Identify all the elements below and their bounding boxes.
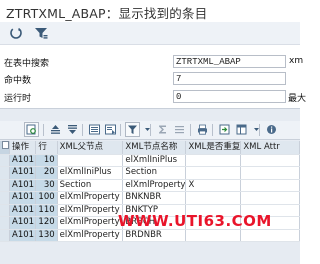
cell-parent-node: elXmlIniPlus: [57, 166, 124, 180]
cell-action: A101: [9, 166, 37, 180]
cell-parent-node: [57, 154, 124, 167]
cell-xml-attr: [240, 179, 300, 192]
cell-parent-node: Section: [57, 179, 124, 192]
table-row[interactable]: A101 30 Section elXmlProperty X: [0, 179, 300, 192]
column-header-xml-attr[interactable]: XML Attr: [240, 141, 300, 155]
layout-dropdown-icon[interactable]: [249, 122, 264, 137]
column-header-action[interactable]: 操作: [9, 141, 37, 155]
row-selector[interactable]: [0, 154, 10, 167]
cell-action: A101: [9, 154, 37, 167]
cell-action: A101: [9, 191, 37, 205]
window-title: ZTRTXML_ABAP：显示找到的条目: [6, 6, 208, 21]
info-icon[interactable]: [264, 122, 279, 137]
search-table-field[interactable]: ZTRTXML_ABAP: [173, 55, 286, 68]
filter-settings-icon[interactable]: [33, 25, 49, 41]
search-table-suffix: xm: [289, 56, 304, 66]
find-next-icon[interactable]: [103, 122, 118, 137]
table-row[interactable]: A101 10 elXmlIniPlus: [0, 154, 300, 167]
sort-ascending-icon[interactable]: [48, 122, 63, 137]
subtotal-icon[interactable]: [172, 122, 187, 137]
table-header-row: 操作 行 XML父节点 XML节点名称 XML是否重复 XML Attr: [0, 141, 300, 155]
cell-xml-attr: [240, 154, 300, 167]
hits-field[interactable]: 7: [173, 72, 286, 85]
row-selector[interactable]: [0, 191, 10, 205]
execute-icon[interactable]: [8, 25, 24, 41]
cell-action: A101: [9, 216, 37, 230]
row-selector[interactable]: [0, 229, 10, 242]
watermark-text: WWW.UTI63.COM: [118, 212, 272, 230]
sort-descending-icon[interactable]: [65, 122, 80, 137]
grid-toolbar: [0, 121, 300, 140]
application-toolbar: [0, 22, 300, 45]
runtime-field[interactable]: 0: [173, 90, 286, 103]
title-bar: ZTRTXML_ABAP：显示找到的条目: [0, 0, 300, 22]
cell-line: 110: [35, 204, 58, 217]
cell-action: A101: [9, 204, 37, 217]
cell-parent-node: elXmlProperty: [57, 191, 124, 205]
hits-label: 命中数: [4, 76, 32, 86]
cell-xml-attr: [240, 166, 300, 180]
print-icon[interactable]: [195, 122, 210, 137]
cell-parent-node: elXmlProperty: [57, 216, 124, 230]
filter-icon[interactable]: [125, 122, 140, 137]
cell-is-repeat: X: [185, 179, 242, 192]
select-all-cell[interactable]: [0, 141, 10, 155]
table-row[interactable]: A101 20 elXmlIniPlus Section: [0, 166, 300, 180]
cell-parent-node: elXmlProperty: [57, 204, 124, 217]
cell-node-name: BNKNBR: [122, 191, 187, 205]
cell-action: A101: [9, 229, 37, 242]
cell-line: 100: [35, 191, 58, 205]
cell-xml-attr: [240, 191, 300, 205]
column-header-parent-node[interactable]: XML父节点: [57, 141, 124, 155]
column-header-line[interactable]: 行: [35, 141, 58, 155]
layout-icon[interactable]: [234, 122, 249, 137]
cell-is-repeat: [185, 229, 242, 242]
cell-node-name: Section: [122, 166, 187, 180]
row-selector[interactable]: [0, 216, 10, 230]
cell-is-repeat: [185, 191, 242, 205]
cell-node-name: elXmlProperty: [122, 179, 187, 192]
cell-line: 20: [35, 166, 58, 180]
column-header-node-name[interactable]: XML节点名称: [122, 141, 187, 155]
row-selector[interactable]: [0, 179, 10, 192]
cell-line: 130: [35, 229, 58, 242]
search-table-label: 在表中搜索: [4, 59, 50, 69]
cell-is-repeat: [185, 166, 242, 180]
cell-parent-node: elXmlProperty: [57, 229, 124, 242]
sum-icon[interactable]: [155, 122, 170, 137]
table-row[interactable]: A101 100 elXmlProperty BNKNBR: [0, 191, 300, 205]
runtime-label: 运行时: [4, 94, 32, 104]
cell-node-name: BRDNBR: [122, 229, 187, 242]
table-row[interactable]: A101 130 elXmlProperty BRDNBR: [0, 229, 300, 242]
filter-dropdown-icon[interactable]: [140, 122, 155, 137]
cell-node-name: elXmlIniPlus: [122, 154, 187, 167]
cell-xml-attr: [240, 229, 300, 242]
cell-line: 30: [35, 179, 58, 192]
row-selector[interactable]: [0, 166, 10, 180]
cell-action: A101: [9, 179, 37, 192]
row-selector[interactable]: [0, 204, 10, 217]
cell-line: 10: [35, 154, 58, 167]
max-hits-label: 最大: [288, 94, 307, 104]
find-icon[interactable]: [87, 122, 102, 137]
column-header-is-repeat[interactable]: XML是否重复: [185, 141, 242, 155]
export-icon[interactable]: [217, 122, 232, 137]
cell-line: 120: [35, 216, 58, 230]
details-icon[interactable]: [24, 122, 39, 137]
cell-is-repeat: [185, 154, 242, 167]
